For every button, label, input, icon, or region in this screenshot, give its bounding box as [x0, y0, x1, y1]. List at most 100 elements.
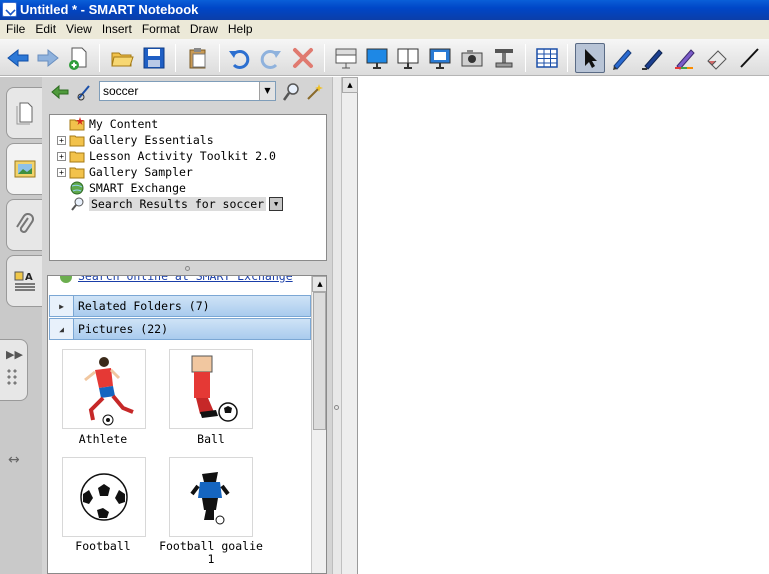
gallery-pointer-hand-icon[interactable] [75, 82, 95, 102]
toolbar-separator [99, 44, 100, 72]
tree-item-label: Gallery Sampler [89, 165, 193, 179]
eraser-icon[interactable] [702, 43, 732, 73]
picture-thumbnail-football-goalie[interactable] [169, 457, 253, 537]
gallery-back-icon[interactable] [50, 82, 70, 102]
toolbar-separator [567, 44, 568, 72]
gallery-picture-icon [14, 160, 35, 178]
show-display-icon[interactable] [425, 43, 455, 73]
menu-draw[interactable]: Draw [185, 21, 223, 38]
gallery-search-combo[interactable]: ▼ [99, 81, 276, 101]
soccer-athlete-image [84, 357, 134, 426]
soccer-ball-image [80, 473, 128, 521]
results-scrollbar[interactable]: ▲ [311, 276, 326, 573]
page-scrollbar[interactable]: ▲ [341, 77, 358, 574]
picture-thumbnail-ball[interactable] [169, 349, 253, 429]
search-magnifier-icon[interactable] [281, 82, 301, 102]
search-online-link-text[interactable]: Search online at SMART Exchange [78, 276, 293, 283]
gallery-search-input[interactable] [100, 82, 259, 100]
globe-icon [70, 181, 84, 195]
chevron-down-icon[interactable]: ▼ [259, 82, 275, 100]
pen-icon[interactable] [607, 43, 637, 73]
tree-item-label: My Content [89, 117, 159, 131]
tree-item-lesson-activity-toolkit[interactable]: + Lesson Activity Toolkit 2.0 [50, 148, 276, 164]
gallery-options-wand-icon[interactable] [305, 82, 325, 102]
picture-label: Football [75, 539, 131, 553]
related-folders-section[interactable]: ▶ Related Folders (7) [49, 295, 311, 317]
back-arrow-icon[interactable] [3, 43, 33, 73]
line-tool-icon[interactable] [734, 43, 764, 73]
gallery-tab[interactable] [6, 143, 42, 195]
auto-hide-toggle[interactable]: ▶▶ [0, 339, 28, 401]
expand-plus-icon[interactable]: + [57, 135, 66, 145]
sidebar-splitter[interactable] [332, 77, 341, 574]
redo-icon[interactable] [256, 43, 286, 73]
tree-item-my-content[interactable]: My Content [50, 116, 158, 132]
menu-format[interactable]: Format [137, 21, 185, 38]
magic-pen-icon[interactable] [670, 43, 700, 73]
tree-item-gallery-essentials[interactable]: + Gallery Essentials [50, 132, 214, 148]
properties-icon: A [14, 271, 35, 291]
picture-label: Ball [197, 432, 225, 446]
save-disk-icon[interactable] [139, 43, 169, 73]
add-page-icon[interactable] [63, 43, 93, 73]
tree-item-label: Lesson Activity Toolkit 2.0 [89, 149, 276, 163]
notebook-page-canvas[interactable] [358, 77, 769, 574]
search-icon [71, 197, 84, 211]
picture-thumbnail-athlete[interactable] [62, 349, 146, 429]
pictures-section[interactable]: ◢ Pictures (22) [49, 318, 311, 340]
tree-item-label: SMART Exchange [89, 181, 186, 195]
toolbar-separator [324, 44, 325, 72]
expand-plus-icon[interactable]: + [57, 151, 66, 161]
collapsed-triangle-icon: ▶ [50, 296, 74, 316]
title-bar: Untitled * - SMART Notebook [0, 0, 769, 20]
picture-thumbnail-football[interactable] [62, 457, 146, 537]
menu-insert[interactable]: Insert [97, 21, 137, 38]
ball-kick-image [191, 355, 238, 422]
tree-item-smart-exchange[interactable]: SMART Exchange [50, 180, 186, 196]
scroll-up-arrow-icon[interactable]: ▲ [312, 276, 326, 292]
creative-pen-icon[interactable] [638, 43, 668, 73]
menu-edit[interactable]: Edit [30, 21, 61, 38]
folder-icon [69, 135, 85, 147]
paperclip-icon [15, 213, 34, 233]
window-title: Untitled * - SMART Notebook [20, 2, 199, 17]
section-label: Pictures (22) [78, 322, 169, 336]
menu-help[interactable]: Help [223, 21, 258, 38]
page-sorter-tab[interactable] [6, 87, 42, 139]
tree-item-label: Gallery Essentials [89, 133, 214, 147]
attachments-tab[interactable] [6, 199, 42, 251]
scroll-up-arrow-icon[interactable]: ▲ [342, 77, 358, 93]
select-arrow-icon[interactable] [575, 43, 605, 73]
document-camera-icon[interactable] [489, 43, 519, 73]
forward-arrow-icon[interactable] [33, 43, 63, 73]
paste-clipboard-icon[interactable] [183, 43, 213, 73]
scrollbar-thumb[interactable] [313, 292, 326, 430]
item-menu-dropdown-icon[interactable]: ▼ [269, 197, 284, 211]
table-icon[interactable] [532, 43, 562, 73]
menu-view[interactable]: View [61, 21, 97, 38]
camera-icon[interactable] [457, 43, 487, 73]
splitter-grip[interactable] [334, 405, 339, 410]
properties-tab[interactable]: A [6, 255, 42, 307]
dual-page-icon[interactable] [393, 43, 423, 73]
expand-chevron-icon: ▶▶ [6, 348, 23, 361]
svg-text:A: A [25, 272, 33, 283]
football-goalie-image [190, 472, 230, 525]
move-sidebar-arrows-icon[interactable]: ↔ [8, 452, 20, 468]
side-tab-strip: A ▶▶ ↔ [0, 77, 42, 574]
toolbar-separator [219, 44, 220, 72]
delete-x-icon[interactable] [288, 43, 318, 73]
search-online-link[interactable]: Search online at SMART Exchange [60, 276, 293, 283]
expand-plus-icon[interactable]: + [57, 167, 66, 177]
open-folder-icon[interactable] [107, 43, 137, 73]
screen-shade-icon[interactable] [331, 43, 361, 73]
folder-icon [69, 151, 85, 163]
menu-file[interactable]: File [1, 21, 30, 38]
section-label: Related Folders (7) [78, 299, 210, 313]
tree-item-gallery-sampler[interactable]: + Gallery Sampler [50, 164, 193, 180]
undo-icon[interactable] [224, 43, 254, 73]
tree-item-search-results[interactable]: Search Results for soccer ▼ [50, 196, 284, 212]
picture-label-line2: 1 [207, 552, 215, 566]
panel-splitter-grip[interactable] [185, 266, 190, 271]
full-screen-icon[interactable] [362, 43, 392, 73]
